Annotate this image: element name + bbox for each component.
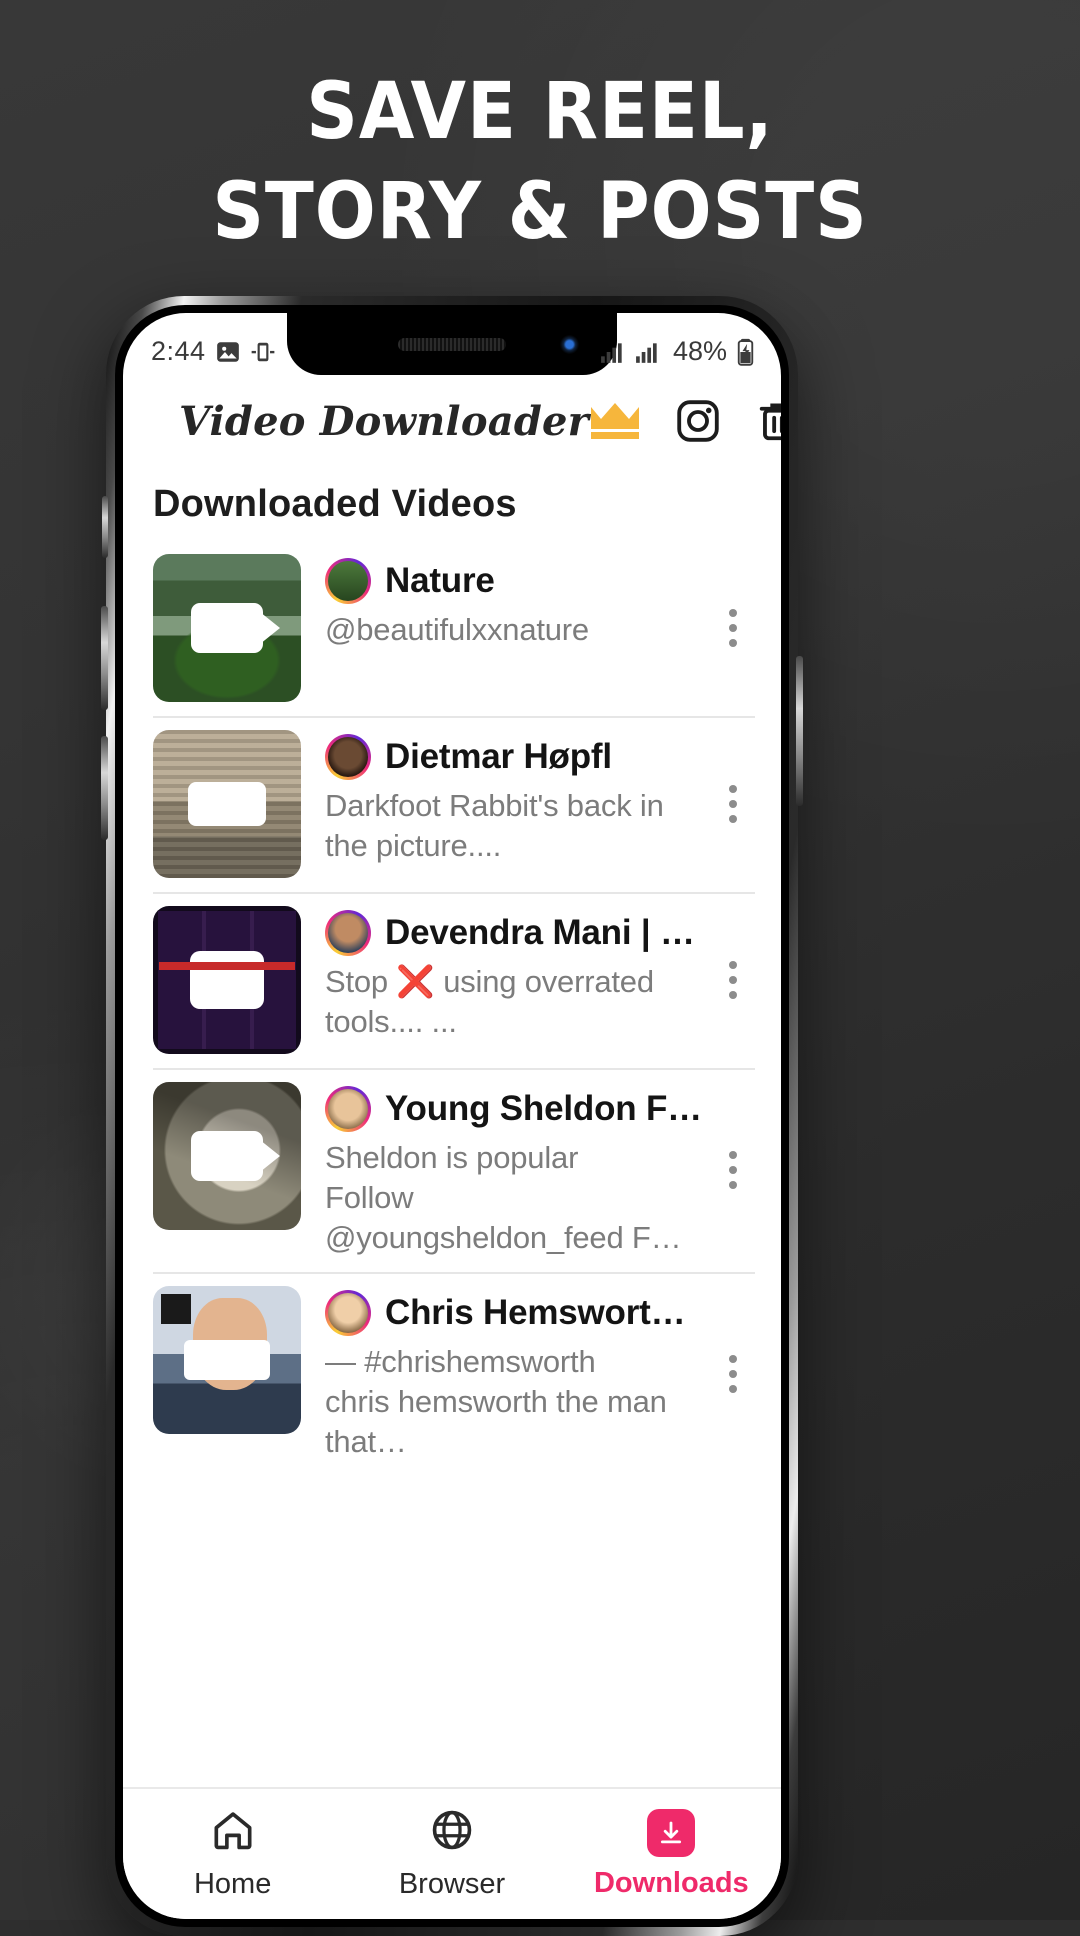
headline-line-1: SAVE REEL, — [306, 67, 773, 157]
list-item-header: Dietmar Høpfl — [325, 734, 705, 780]
list-item-meta: Nature @beautifulxxnature — [301, 554, 705, 650]
video-thumbnail[interactable] — [153, 1082, 301, 1230]
headline-line-2: STORY & POSTS — [43, 162, 1037, 262]
battery-charging-icon — [736, 338, 755, 366]
list-item-meta: Dietmar Høpfl Darkfoot Rabbit's back in … — [301, 730, 705, 866]
status-bar-right: 48% — [600, 336, 755, 367]
avatar — [325, 1290, 371, 1336]
phone-inner-frame: 2:44 — [115, 305, 789, 1927]
globe-icon — [429, 1807, 475, 1858]
more-options-button[interactable] — [705, 1355, 761, 1393]
mute-switch — [102, 496, 108, 558]
phone-mockup: 2:44 — [106, 296, 798, 1936]
trash-icon[interactable] — [755, 398, 781, 444]
signal-bars-icon-2 — [635, 340, 661, 364]
promo-headline: SAVE REEL, STORY & POSTS — [43, 62, 1037, 262]
nav-item-browser[interactable]: Browser — [342, 1807, 561, 1901]
nav-label-downloads: Downloads — [594, 1867, 749, 1900]
nav-label-home: Home — [194, 1868, 271, 1901]
avatar — [325, 558, 371, 604]
image-icon — [215, 339, 241, 365]
video-description: Sheldon is popular Follow @youngsheldon_… — [325, 1138, 705, 1258]
crown-icon[interactable] — [589, 401, 641, 441]
list-item[interactable]: Chris Hemsworth Fan-… — #chrishemsworth … — [123, 1272, 781, 1476]
author-name: Young Sheldon Feed — [385, 1089, 705, 1129]
video-thumbnail[interactable] — [153, 554, 301, 702]
list-item-meta: Devendra Mani | Soci… Stop ❌ using overr… — [301, 906, 705, 1042]
more-options-button[interactable] — [705, 609, 761, 647]
author-name: Dietmar Høpfl — [385, 737, 612, 777]
video-play-icon — [191, 603, 263, 653]
video-description: Darkfoot Rabbit's back in the picture...… — [325, 786, 705, 866]
video-thumbnail[interactable] — [153, 906, 301, 1054]
downloaded-videos-list: Nature @beautifulxxnature Dietmar Høpfl — [123, 540, 781, 1476]
instagram-icon[interactable] — [675, 398, 721, 444]
video-description: — #chrishemsworth chris hemsworth the ma… — [325, 1342, 705, 1462]
list-item[interactable]: Devendra Mani | Soci… Stop ❌ using overr… — [123, 892, 781, 1068]
video-play-icon — [188, 782, 266, 826]
power-button — [796, 656, 803, 806]
nav-item-home[interactable]: Home — [123, 1807, 342, 1901]
download-icon — [647, 1809, 695, 1857]
video-play-icon — [184, 1340, 270, 1380]
home-icon — [210, 1807, 256, 1858]
list-item-header: Devendra Mani | Soci… — [325, 910, 705, 956]
volume-up-button — [101, 606, 108, 710]
video-thumbnail[interactable] — [153, 1286, 301, 1434]
video-description: @beautifulxxnature — [325, 610, 705, 650]
app-toolbar: Video Downloader — [123, 375, 781, 467]
signal-bars-icon — [600, 340, 626, 364]
video-play-icon — [191, 1131, 263, 1181]
avatar — [325, 734, 371, 780]
list-item-header: Chris Hemsworth Fan-… — [325, 1290, 705, 1336]
list-item[interactable]: Nature @beautifulxxnature — [123, 540, 781, 716]
author-name: Nature — [385, 561, 495, 601]
list-item-header: Young Sheldon Feed — [325, 1086, 705, 1132]
volume-down-button — [101, 736, 108, 840]
status-time: 2:44 — [151, 336, 206, 367]
screenshot-icon — [250, 339, 276, 365]
video-description: Stop ❌ using overrated tools.... ... — [325, 962, 705, 1042]
battery-percent: 48% — [673, 336, 727, 367]
list-item-meta: Young Sheldon Feed Sheldon is popular Fo… — [301, 1082, 705, 1258]
avatar — [325, 910, 371, 956]
more-options-button[interactable] — [705, 1151, 761, 1189]
app-title: Video Downloader — [179, 398, 589, 445]
section-title: Downloaded Videos — [123, 467, 781, 540]
phone-screen: 2:44 — [123, 313, 781, 1919]
list-item[interactable]: Young Sheldon Feed Sheldon is popular Fo… — [123, 1068, 781, 1272]
avatar — [325, 1086, 371, 1132]
video-play-icon — [190, 951, 264, 1009]
author-name: Chris Hemsworth Fan-… — [385, 1293, 705, 1333]
video-thumbnail[interactable] — [153, 730, 301, 878]
author-name: Devendra Mani | Soci… — [385, 913, 705, 953]
list-item[interactable]: Dietmar Høpfl Darkfoot Rabbit's back in … — [123, 716, 781, 892]
app-toolbar-actions — [589, 398, 781, 444]
nav-item-downloads[interactable]: Downloads — [562, 1809, 781, 1900]
more-options-button[interactable] — [705, 785, 761, 823]
more-options-button[interactable] — [705, 961, 761, 999]
list-item-header: Nature — [325, 558, 705, 604]
list-item-meta: Chris Hemsworth Fan-… — #chrishemsworth … — [301, 1286, 705, 1462]
status-bar-left: 2:44 — [151, 336, 276, 367]
status-bar: 2:44 — [123, 313, 781, 375]
nav-label-browser: Browser — [399, 1868, 505, 1901]
bottom-navigation-bar: Home Browser — [123, 1787, 781, 1919]
